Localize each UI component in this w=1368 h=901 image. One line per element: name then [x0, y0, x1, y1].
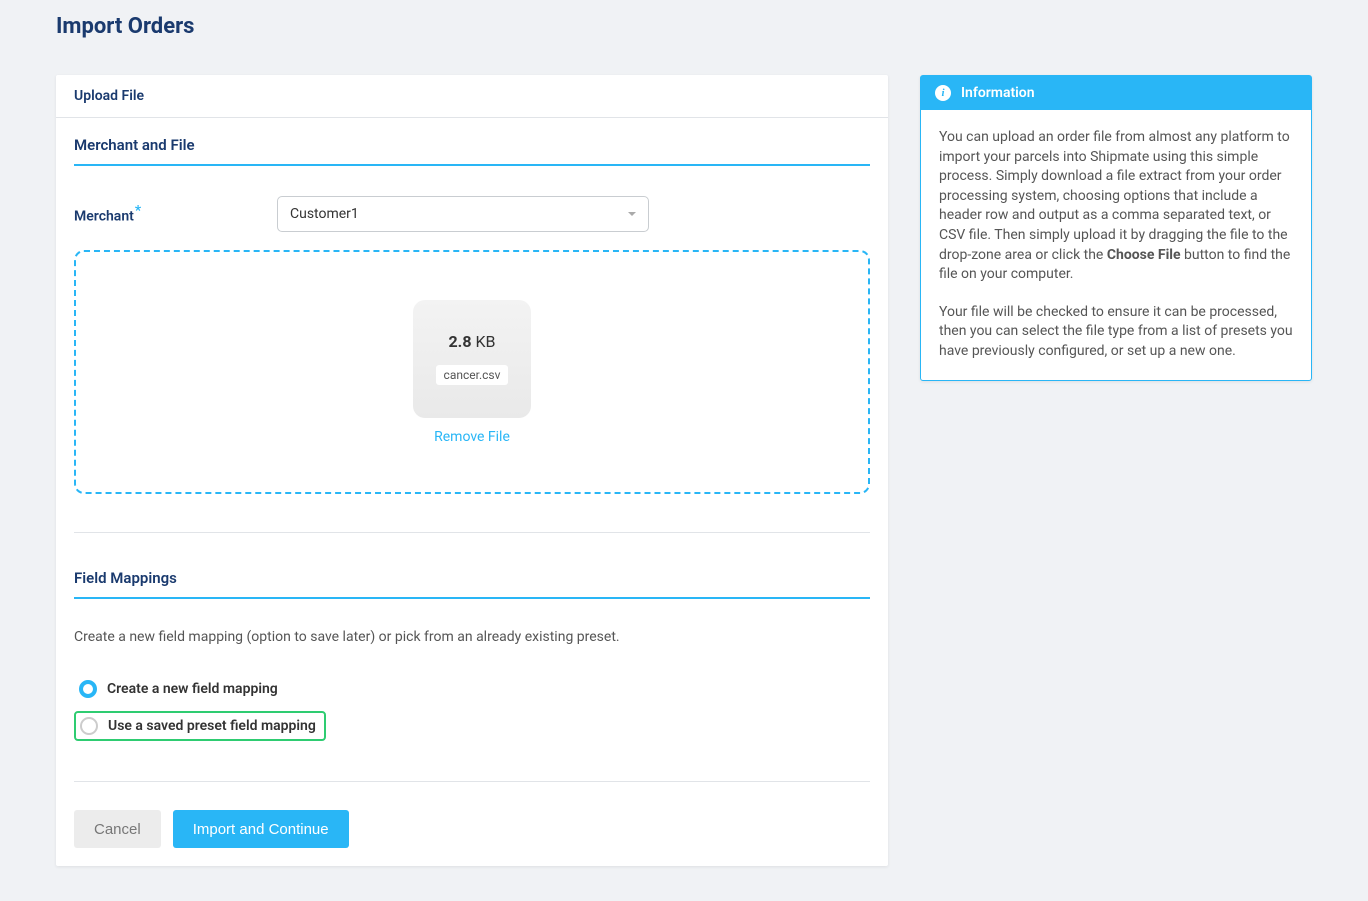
info-header: i Information: [921, 76, 1311, 110]
file-tile: 2.8 KB cancer.csv: [413, 300, 531, 418]
merchant-label: Merchant*: [74, 203, 277, 225]
section-field-mappings: Field Mappings: [74, 569, 870, 599]
button-row: Cancel Import and Continue: [74, 810, 870, 848]
radio-icon: [80, 717, 98, 735]
mappings-description: Create a new field mapping (option to sa…: [74, 629, 870, 645]
chevron-down-icon: [628, 212, 636, 216]
import-continue-button[interactable]: Import and Continue: [173, 810, 349, 848]
divider: [74, 781, 870, 782]
cancel-button[interactable]: Cancel: [74, 810, 161, 848]
radio-icon: [79, 680, 97, 698]
radio-label-saved: Use a saved preset field mapping: [108, 718, 316, 734]
file-size: 2.8 KB: [449, 332, 496, 351]
tab-upload-file[interactable]: Upload File: [74, 88, 144, 104]
file-preview: 2.8 KB cancer.csv Remove File: [413, 300, 531, 445]
radio-label-new: Create a new field mapping: [107, 681, 278, 697]
page-title: Import Orders: [56, 14, 1312, 39]
main-card: Upload File Merchant and File Merchant* …: [56, 75, 888, 866]
radio-option-new[interactable]: Create a new field mapping: [74, 677, 870, 701]
info-paragraph-2: Your file will be checked to ensure it c…: [939, 303, 1293, 362]
tab-bar: Upload File: [56, 75, 888, 118]
info-card: i Information You can upload an order fi…: [920, 75, 1312, 381]
divider: [74, 532, 870, 533]
file-name: cancer.csv: [436, 365, 509, 385]
info-paragraph-1: You can upload an order file from almost…: [939, 128, 1293, 285]
merchant-row: Merchant* Customer1: [74, 196, 870, 232]
required-icon: *: [135, 203, 141, 219]
file-dropzone[interactable]: 2.8 KB cancer.csv Remove File: [74, 250, 870, 494]
section-merchant-file: Merchant and File: [74, 136, 870, 166]
merchant-select-value: Customer1: [290, 206, 359, 222]
info-title: Information: [961, 85, 1035, 101]
info-body: You can upload an order file from almost…: [921, 110, 1311, 380]
radio-option-saved[interactable]: Use a saved preset field mapping: [74, 711, 326, 741]
merchant-select[interactable]: Customer1: [277, 196, 649, 232]
remove-file-link[interactable]: Remove File: [434, 429, 510, 445]
info-icon: i: [935, 85, 951, 101]
